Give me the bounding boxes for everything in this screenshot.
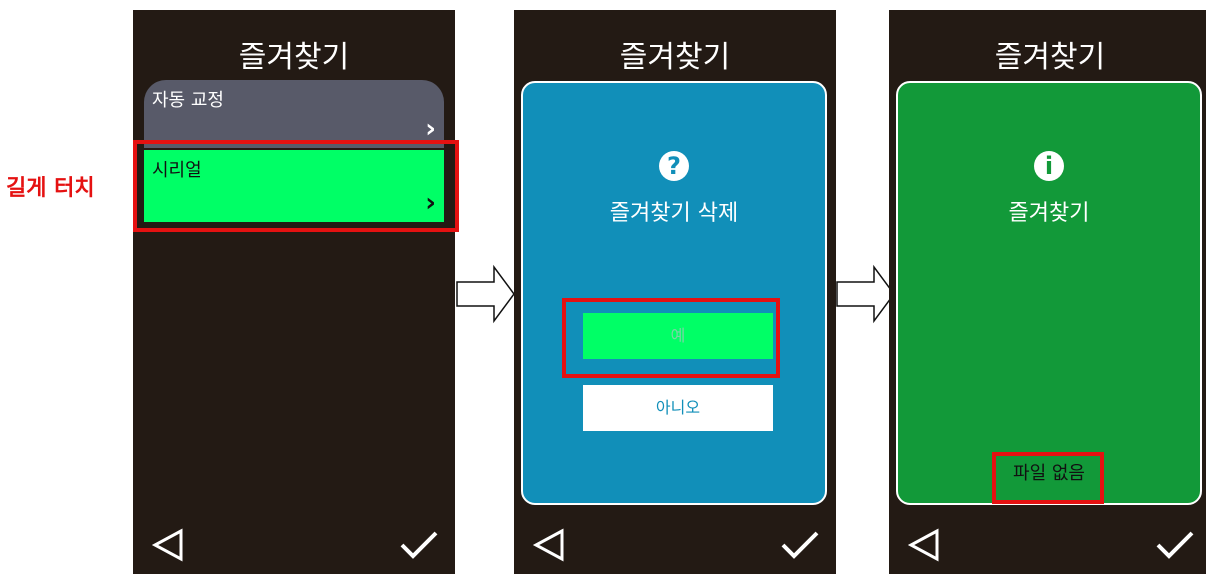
delete-favorite-screen: 즐겨찾기 ? 즐겨찾기 삭제 예 아니오 bbox=[514, 10, 836, 574]
screen-title: 즐겨찾기 bbox=[238, 40, 350, 75]
right-arrow-icon bbox=[836, 264, 895, 324]
list-item-auto-calibration[interactable]: 자동 교정 › bbox=[144, 80, 444, 148]
info-dialog: i 즐겨찾기 파일 없음 bbox=[896, 81, 1202, 505]
dialog-message: 즐겨찾기 삭제 bbox=[609, 201, 739, 226]
back-triangle-icon[interactable] bbox=[151, 528, 185, 562]
back-triangle-icon[interactable] bbox=[532, 528, 566, 562]
right-arrow-icon bbox=[456, 264, 515, 324]
screen-title: 즐겨찾기 bbox=[994, 40, 1106, 75]
no-file-highlight bbox=[992, 452, 1104, 504]
dialog-message: 즐겨찾기 bbox=[1008, 201, 1090, 226]
check-icon[interactable] bbox=[1155, 528, 1195, 562]
long-touch-annotation: 길게 터치 bbox=[6, 176, 95, 201]
back-triangle-icon[interactable] bbox=[907, 528, 941, 562]
info-icon: i bbox=[1034, 151, 1064, 181]
check-icon[interactable] bbox=[399, 528, 439, 562]
yes-highlight bbox=[562, 298, 780, 378]
no-button[interactable]: 아니오 bbox=[583, 385, 773, 431]
long-touch-highlight bbox=[133, 140, 459, 232]
check-icon[interactable] bbox=[780, 528, 820, 562]
question-icon: ? bbox=[659, 151, 689, 181]
favorites-list-screen: 즐겨찾기 자동 교정 › 시리얼 › bbox=[133, 10, 455, 574]
list-item-label: 자동 교정 bbox=[152, 90, 224, 111]
delete-dialog: ? 즐겨찾기 삭제 예 아니오 bbox=[521, 81, 827, 505]
screen-title: 즐겨찾기 bbox=[619, 40, 731, 75]
